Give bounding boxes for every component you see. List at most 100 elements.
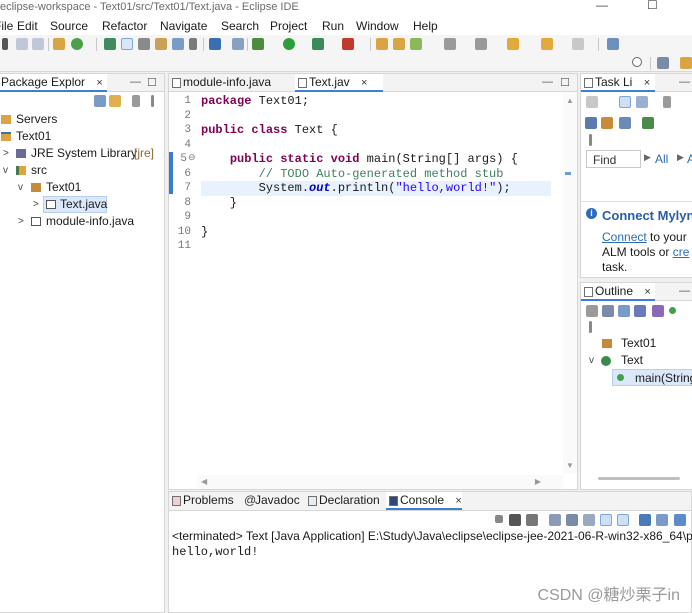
new-package-icon[interactable] — [393, 38, 405, 50]
expand-arrow-icon[interactable]: v — [589, 352, 594, 369]
fold-icon[interactable]: ⊖ — [188, 152, 196, 163]
java-ee-perspective-icon[interactable] — [680, 57, 692, 69]
view-menu-icon[interactable] — [151, 95, 154, 107]
debug-skip-icon[interactable] — [232, 38, 244, 50]
collapse-all-icon[interactable] — [602, 305, 614, 317]
save-all-icon[interactable] — [32, 38, 44, 50]
scroll-up-icon[interactable]: ▲ — [566, 96, 574, 105]
show-stderr-icon[interactable] — [617, 514, 629, 526]
editor-horizontal-scrollbar[interactable]: ◀ ▶ — [197, 475, 563, 489]
overview-marker[interactable] — [565, 172, 571, 175]
scroll-left-icon[interactable]: ◀ — [201, 477, 207, 486]
link-editor-icon[interactable] — [109, 95, 121, 107]
show-stdout-icon[interactable] — [600, 514, 612, 526]
menu-edit[interactable]: Edit — [17, 19, 38, 33]
view-menu-icon[interactable] — [589, 134, 592, 146]
sync-icon[interactable] — [601, 117, 613, 129]
new-project-icon[interactable] — [71, 38, 83, 50]
tab-text-java[interactable]: Text.jav × — [295, 74, 383, 92]
sort-icon[interactable] — [618, 305, 630, 317]
search-icon[interactable] — [632, 57, 642, 67]
focus-icon[interactable] — [663, 96, 671, 108]
task-find-input[interactable]: Find — [586, 150, 641, 168]
collapse-all-icon[interactable] — [585, 117, 597, 129]
open-task-icon[interactable] — [155, 38, 167, 50]
link-editor-icon[interactable] — [586, 305, 598, 317]
close-icon[interactable]: × — [644, 286, 650, 298]
pilcrow-icon[interactable] — [189, 38, 197, 50]
outline-horizontal-scrollbar[interactable] — [598, 477, 680, 480]
expand-arrow-icon[interactable]: v — [3, 162, 8, 179]
minimize-view-icon[interactable]: — — [679, 76, 690, 88]
remove-launch-icon[interactable] — [509, 514, 521, 526]
menu-project[interactable]: Project — [270, 19, 307, 33]
minimize-view-icon[interactable]: — — [130, 76, 141, 88]
close-icon[interactable]: × — [361, 77, 367, 89]
close-icon[interactable]: × — [96, 77, 102, 89]
prev-edit-icon[interactable] — [475, 38, 487, 50]
display-console-icon[interactable] — [656, 514, 668, 526]
refresh-icon[interactable] — [642, 117, 654, 129]
view-menu-icon[interactable] — [589, 321, 592, 333]
tab-problems[interactable]: Problems — [169, 492, 237, 510]
hide-static-icon[interactable] — [652, 305, 664, 317]
menu-search[interactable]: Search — [221, 19, 259, 33]
minimize-view-icon[interactable]: — — [542, 76, 553, 88]
clear-console-icon[interactable] — [549, 514, 561, 526]
run-icon[interactable] — [283, 38, 295, 50]
open-type-icon[interactable] — [104, 38, 116, 50]
hide-nonpublic-icon[interactable] — [669, 307, 676, 314]
collapse-all-icon[interactable] — [94, 95, 106, 107]
forward-icon[interactable] — [541, 38, 553, 50]
categorized-icon[interactable] — [619, 96, 631, 108]
menu-run[interactable]: Run — [322, 19, 344, 33]
maximize-view-icon[interactable]: ☐ — [560, 76, 570, 89]
new-class-icon[interactable] — [410, 38, 422, 50]
maximize-button[interactable]: ☐ — [647, 0, 658, 12]
toggle-mark-icon[interactable] — [121, 38, 133, 50]
new-console-icon[interactable] — [674, 514, 686, 526]
focus-icon[interactable] — [132, 95, 140, 107]
console-output[interactable]: hello,world! — [172, 545, 258, 559]
connect-link[interactable]: Connect — [602, 230, 647, 244]
menu-source[interactable]: Source — [50, 19, 88, 33]
menu-file[interactable]: File — [0, 19, 13, 33]
tab-declaration[interactable]: Declaration — [305, 492, 383, 510]
maximize-view-icon[interactable]: ☐ — [147, 76, 157, 89]
create-link[interactable]: cre — [673, 245, 690, 259]
menu-window[interactable]: Window — [356, 19, 399, 33]
pin-console-icon[interactable] — [639, 514, 651, 526]
debug-icon[interactable] — [252, 38, 264, 50]
tab-javadoc[interactable]: @ Javadoc — [241, 492, 301, 510]
minimize-button[interactable]: — — [596, 0, 608, 12]
activate-link[interactable]: A — [687, 152, 692, 166]
tab-module-info[interactable]: module-info.java — [169, 74, 291, 92]
new-server-icon[interactable] — [53, 38, 65, 50]
menu-help[interactable]: Help — [413, 19, 438, 33]
new-task-icon[interactable] — [586, 96, 598, 108]
minimize-view-icon[interactable]: — — [679, 285, 690, 297]
tab-task-list[interactable]: Task Li × — [581, 74, 655, 92]
all-filter-link[interactable]: All — [655, 152, 668, 166]
outline-item-method[interactable]: main(String — [612, 369, 692, 386]
open-perspective-icon[interactable] — [657, 57, 669, 69]
scroll-right-icon[interactable]: ▶ — [535, 477, 541, 486]
expand-arrow-icon[interactable]: > — [3, 145, 9, 162]
external-tools-icon[interactable] — [342, 38, 354, 50]
scheduled-icon[interactable] — [636, 96, 648, 108]
close-icon[interactable]: × — [644, 77, 650, 89]
close-icon[interactable]: × — [455, 495, 461, 507]
new-java-project-icon[interactable] — [376, 38, 388, 50]
show-whitespace-icon[interactable] — [172, 38, 184, 50]
scroll-down-icon[interactable]: ▼ — [566, 461, 574, 470]
hide-fields-icon[interactable] — [634, 305, 646, 317]
code-editor[interactable]: package Text01; public class Text { publ… — [201, 92, 551, 474]
expand-arrow-icon[interactable]: > — [18, 213, 24, 230]
expand-arrow-icon[interactable]: v — [18, 179, 23, 196]
pin-editor-icon[interactable] — [607, 38, 619, 50]
menu-refactor[interactable]: Refactor — [102, 19, 147, 33]
back-icon[interactable] — [507, 38, 519, 50]
dropdown-icon[interactable] — [2, 38, 8, 50]
expand-arrow-icon[interactable]: > — [33, 196, 39, 213]
tab-outline[interactable]: Outline × — [581, 283, 655, 301]
